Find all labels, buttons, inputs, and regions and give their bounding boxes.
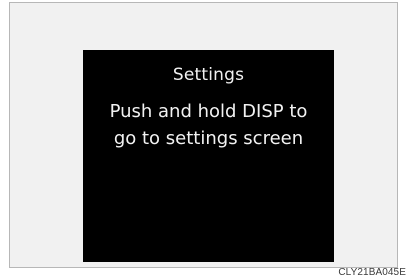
screen-title: Settings bbox=[172, 65, 245, 85]
screen-message-line-1: Push and hold DISP to bbox=[109, 101, 308, 122]
display-screen: Settings Push and hold DISP to go to set… bbox=[83, 50, 334, 262]
figure-code: CLY21BA045E bbox=[338, 267, 406, 278]
screen-message-line-2: go to settings screen bbox=[113, 128, 304, 149]
screen-message: Push and hold DISP to go to settings scr… bbox=[83, 98, 334, 152]
illustration-frame: Settings Push and hold DISP to go to set… bbox=[9, 2, 398, 268]
